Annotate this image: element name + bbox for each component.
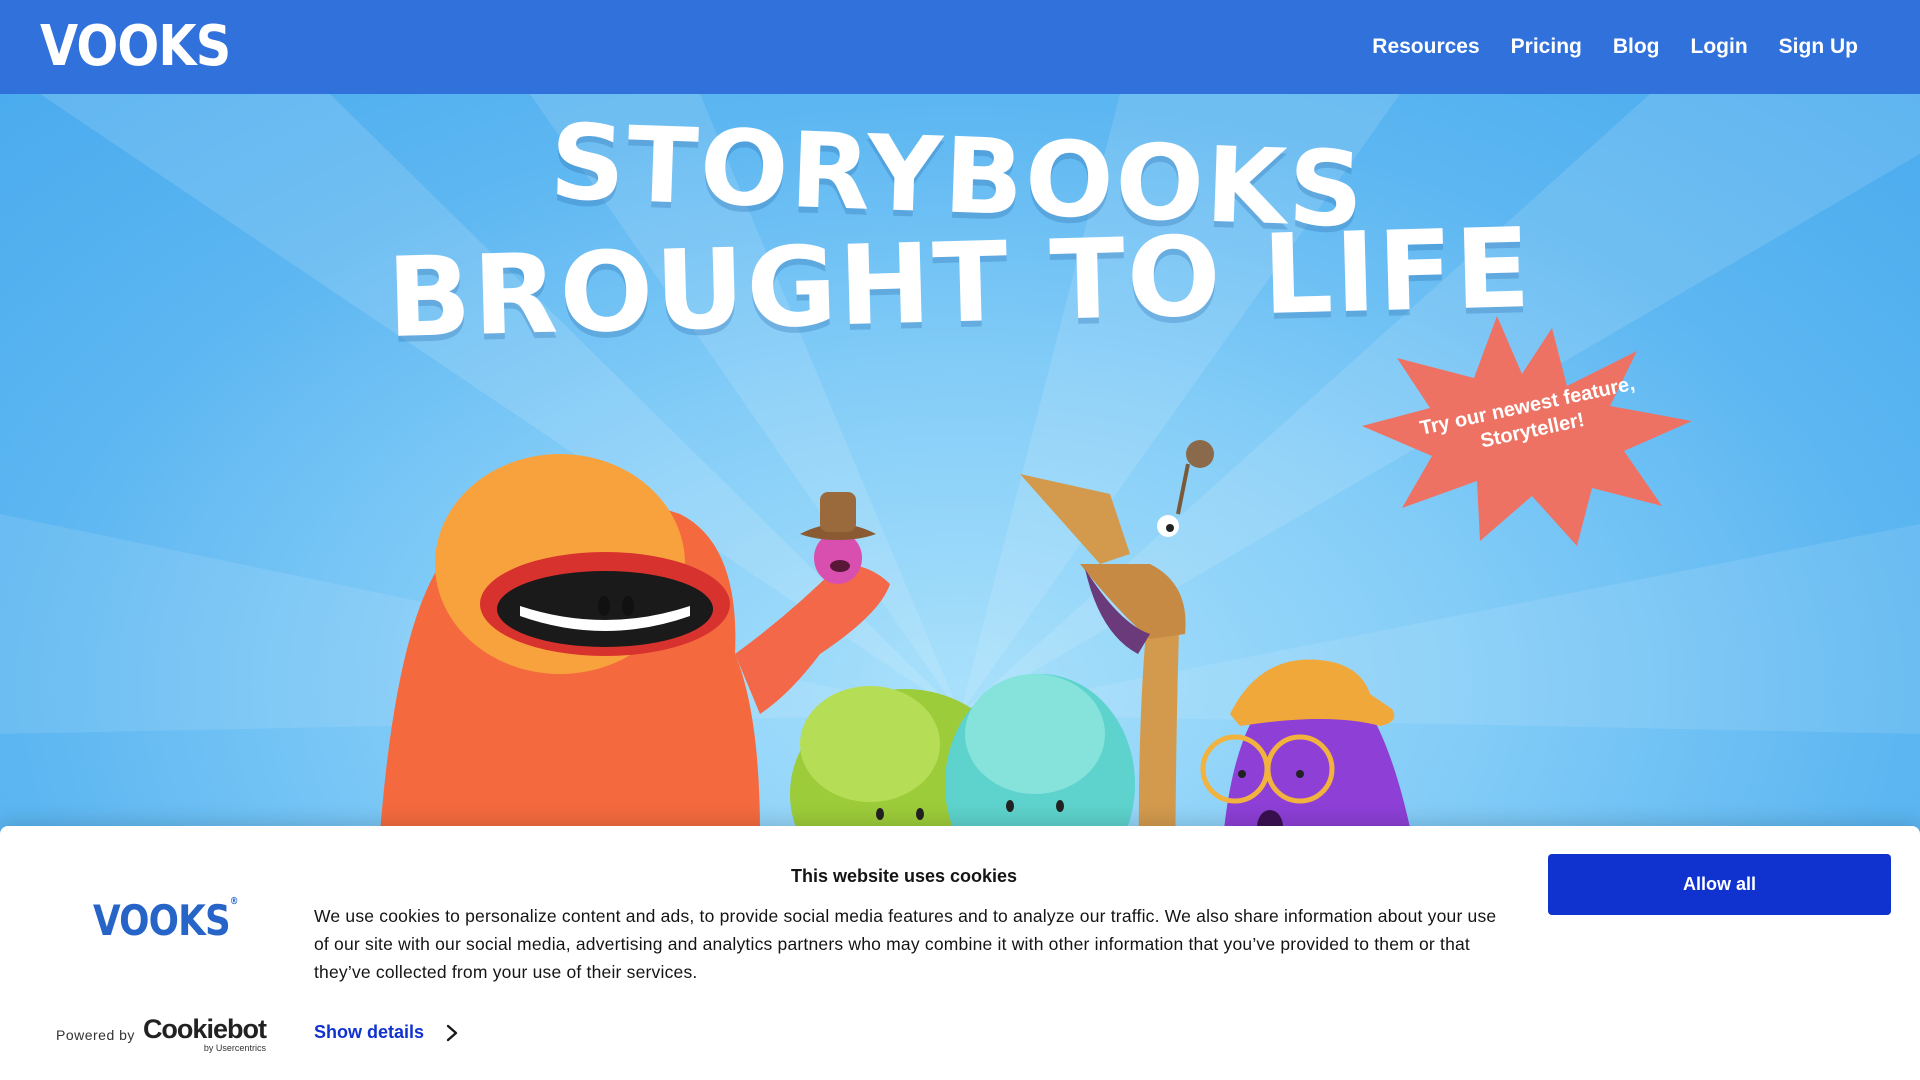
- powered-by-label: Powered by: [56, 1026, 135, 1043]
- chevron-right-icon: [446, 1024, 458, 1041]
- show-details-label: Show details: [314, 1022, 425, 1042]
- allow-all-button[interactable]: Allow all: [1548, 854, 1891, 915]
- cookiebot-subtitle: by Usercentrics: [203, 1043, 266, 1053]
- powered-by-cookiebot[interactable]: Powered by Cookiebot by Usercentrics: [56, 1014, 267, 1053]
- cookie-consent-banner: VOOKS® Powered by Cookiebot by Usercentr…: [0, 826, 1920, 1080]
- top-navigation: VOOKS Resources Pricing Blog Login Sign …: [0, 0, 1920, 94]
- nav-link-resources[interactable]: Resources: [1372, 35, 1479, 59]
- cookie-banner-title: This website uses cookies: [790, 866, 1018, 886]
- cookie-banner-vooks-logo: VOOKS®: [93, 896, 239, 945]
- vooks-logo[interactable]: VOOKS: [40, 19, 231, 75]
- cookiebot-logo: Cookiebot by Usercentrics: [142, 1014, 267, 1053]
- cookiebot-wordmark: Cookiebot: [142, 1014, 267, 1044]
- nav-link-sign-up[interactable]: Sign Up: [1779, 35, 1858, 59]
- nav-links: Resources Pricing Blog Login Sign Up: [1372, 35, 1858, 59]
- nav-link-pricing[interactable]: Pricing: [1511, 35, 1582, 59]
- registered-mark: ®: [229, 896, 239, 907]
- nav-link-blog[interactable]: Blog: [1613, 35, 1660, 59]
- cookie-banner-logo-text: VOOKS: [93, 896, 231, 945]
- nav-link-login[interactable]: Login: [1691, 35, 1748, 59]
- show-details-link[interactable]: Show details: [314, 1022, 458, 1043]
- cookie-banner-description: We use cookies to personalize content an…: [314, 906, 1497, 982]
